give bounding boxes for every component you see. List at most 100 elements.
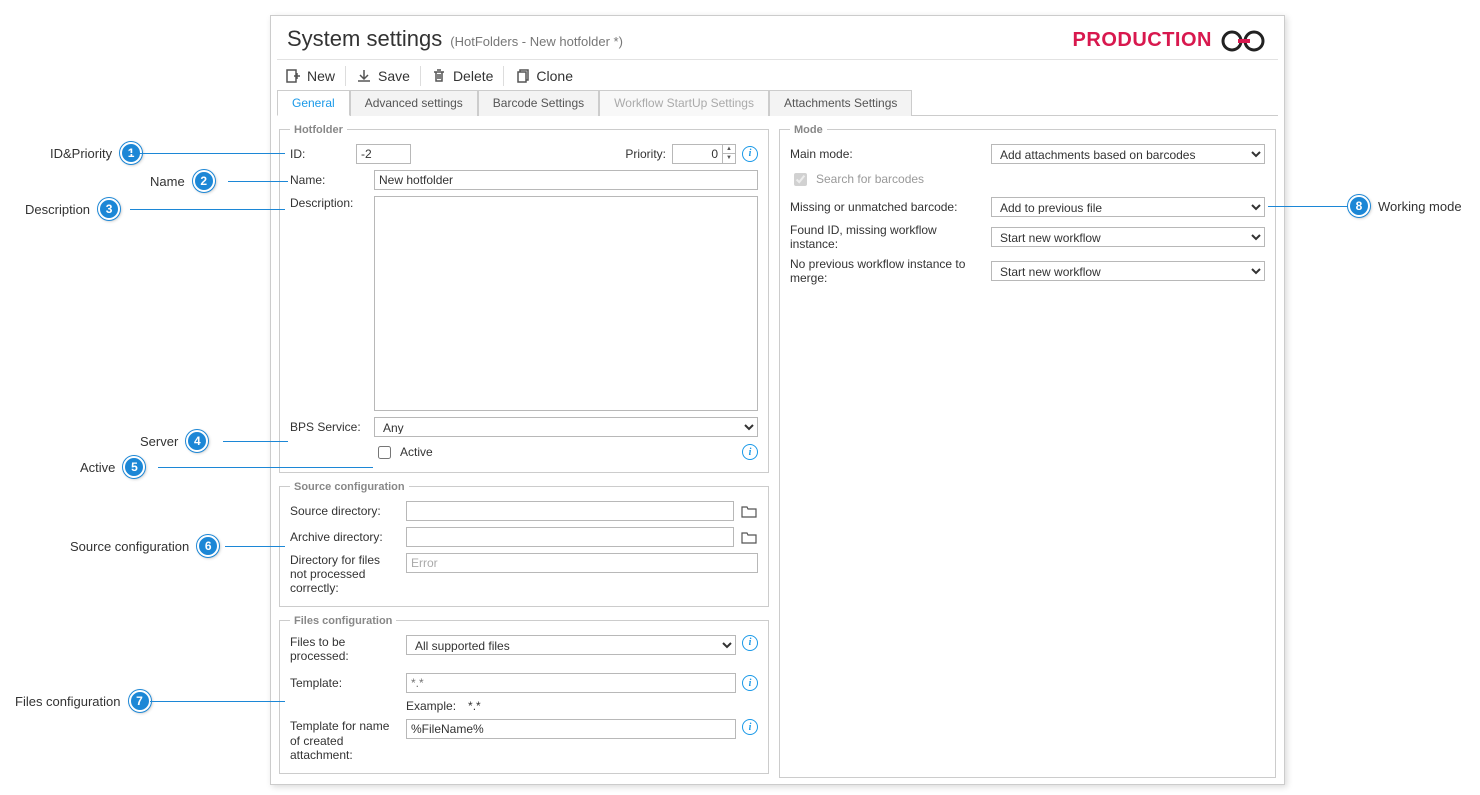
search-barcodes-checkbox xyxy=(794,173,807,186)
callout-2: 2 Name xyxy=(150,170,215,192)
files-processed-select[interactable]: All supported files xyxy=(406,635,736,655)
callout-4: 4 Server xyxy=(140,430,208,452)
archive-dir-field[interactable] xyxy=(406,527,734,547)
files-processed-label: Files to be processed: xyxy=(290,635,400,664)
error-dir-field xyxy=(406,553,758,573)
window-header: System settings (HotFolders - New hotfol… xyxy=(271,16,1284,59)
info-icon[interactable] xyxy=(742,675,758,691)
callout-7: 7 Files configuration xyxy=(15,690,151,712)
main-mode-select[interactable]: Add attachments based on barcodes xyxy=(991,144,1265,164)
group-legend: Source configuration xyxy=(290,481,409,493)
delete-button[interactable]: Delete xyxy=(425,66,504,86)
description-field[interactable] xyxy=(374,196,758,411)
mode-group: Mode Main mode: Add attachments based on… xyxy=(779,124,1276,778)
source-dir-field[interactable] xyxy=(406,501,734,521)
tab-bar: General Advanced settings Barcode Settin… xyxy=(277,90,1278,116)
files-config-group: Files configuration Files to be processe… xyxy=(279,615,769,774)
found-id-label: Found ID, missing workflow instance: xyxy=(790,223,985,251)
callout-badge-6: 6 xyxy=(197,535,219,557)
clone-icon xyxy=(514,68,530,84)
browse-folder-icon[interactable] xyxy=(740,503,758,519)
priority-stepper[interactable]: ▲▼ xyxy=(672,144,736,164)
example-value: *.* xyxy=(468,699,481,713)
name-field[interactable] xyxy=(374,170,758,190)
callout-badge-8: 8 xyxy=(1348,195,1370,217)
callout-3: 3 Description xyxy=(25,198,120,220)
toolbar: New Save Delete Clone xyxy=(271,60,1284,90)
template-label: Template: xyxy=(290,676,400,690)
name-template-field[interactable] xyxy=(406,719,736,739)
missing-barcode-label: Missing or unmatched barcode: xyxy=(790,200,985,214)
callout-label: Server xyxy=(140,434,178,449)
info-icon[interactable] xyxy=(742,635,758,651)
clone-button[interactable]: Clone xyxy=(508,66,583,86)
callout-label: Name xyxy=(150,174,185,189)
callout-label: Working mode xyxy=(1378,199,1462,214)
id-label: ID: xyxy=(290,147,350,161)
callout-5: 5 Active xyxy=(80,456,145,478)
button-label: Delete xyxy=(453,68,493,84)
example-label: Example: xyxy=(406,699,456,713)
no-prev-select[interactable]: Start new workflow xyxy=(991,261,1265,281)
browse-folder-icon[interactable] xyxy=(740,529,758,545)
new-icon xyxy=(285,68,301,84)
info-icon[interactable] xyxy=(742,719,758,735)
missing-barcode-select[interactable]: Add to previous file xyxy=(991,197,1265,217)
group-legend: Hotfolder xyxy=(290,124,347,136)
found-id-select[interactable]: Start new workflow xyxy=(991,227,1265,247)
callout-label: Active xyxy=(80,460,115,475)
callout-badge-3: 3 xyxy=(98,198,120,220)
button-label: Save xyxy=(378,68,410,84)
info-icon[interactable] xyxy=(742,444,758,460)
info-icon[interactable] xyxy=(742,146,758,162)
button-label: Clone xyxy=(536,68,573,84)
spinner-down[interactable]: ▼ xyxy=(723,154,735,162)
group-legend: Files configuration xyxy=(290,615,396,627)
active-label: Active xyxy=(400,445,433,459)
settings-window: System settings (HotFolders - New hotfol… xyxy=(270,15,1285,785)
active-checkbox[interactable] xyxy=(378,446,391,459)
callout-6: 6 Source configuration xyxy=(70,535,219,557)
callout-badge-5: 5 xyxy=(123,456,145,478)
archive-dir-label: Archive directory: xyxy=(290,530,400,544)
source-dir-label: Source directory: xyxy=(290,504,400,518)
tab-advanced[interactable]: Advanced settings xyxy=(350,90,478,116)
search-barcodes-label: Search for barcodes xyxy=(816,172,924,186)
callout-label: Source configuration xyxy=(70,539,189,554)
callout-label: Files configuration xyxy=(15,694,121,709)
callout-badge-2: 2 xyxy=(193,170,215,192)
id-field xyxy=(356,144,411,164)
no-prev-label: No previous workflow instance to merge: xyxy=(790,257,985,285)
name-template-label: Template for name of created attachment: xyxy=(290,719,400,762)
callout-badge-4: 4 xyxy=(186,430,208,452)
description-label: Description: xyxy=(290,196,368,210)
brand-logo-icon xyxy=(1220,29,1268,53)
delete-icon xyxy=(431,68,447,84)
priority-field[interactable] xyxy=(672,144,722,164)
template-field xyxy=(406,673,736,693)
hotfolder-group: Hotfolder ID: Priority: ▲▼ Name: xyxy=(279,124,769,473)
main-mode-label: Main mode: xyxy=(790,147,985,161)
brand-name: PRODUCTION xyxy=(1073,29,1212,52)
tab-general[interactable]: General xyxy=(277,90,350,116)
page-title: System settings xyxy=(287,26,442,52)
callout-1: 1 ID&Priority xyxy=(50,142,142,164)
page-subtitle: (HotFolders - New hotfolder *) xyxy=(450,34,623,49)
bps-select[interactable]: Any xyxy=(374,417,758,437)
new-button[interactable]: New xyxy=(279,66,346,86)
save-icon xyxy=(356,68,372,84)
bps-label: BPS Service: xyxy=(290,420,368,434)
tab-barcode[interactable]: Barcode Settings xyxy=(478,90,599,116)
callout-8: 8 Working mode xyxy=(1348,195,1462,217)
tab-workflow: Workflow StartUp Settings xyxy=(599,90,769,116)
group-legend: Mode xyxy=(790,124,827,136)
button-label: New xyxy=(307,68,335,84)
callout-label: ID&Priority xyxy=(50,146,112,161)
callout-badge-7: 7 xyxy=(129,690,151,712)
name-label: Name: xyxy=(290,173,368,187)
tab-attachments[interactable]: Attachments Settings xyxy=(769,90,912,116)
spinner-up[interactable]: ▲ xyxy=(723,145,735,154)
callout-label: Description xyxy=(25,202,90,217)
error-dir-label: Directory for files not processed correc… xyxy=(290,553,400,596)
save-button[interactable]: Save xyxy=(350,66,421,86)
